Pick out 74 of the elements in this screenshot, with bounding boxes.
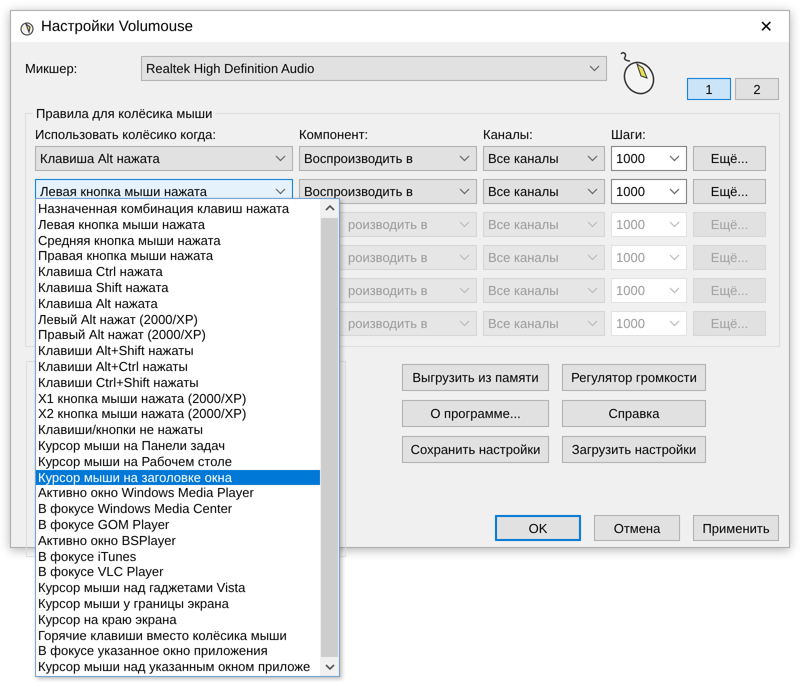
group-title: Правила для колёсика мыши [35, 106, 214, 121]
action-button[interactable]: Сохранить настройки [402, 436, 549, 463]
steps-select[interactable]: 1000 [611, 146, 687, 171]
chevron-down-icon [669, 254, 680, 261]
chevron-down-icon [275, 155, 286, 162]
dropdown-item[interactable]: Клавиши Ctrl+Shift нажаты [36, 374, 320, 391]
dropdown-item[interactable]: Курсор мыши на Панели задач [36, 438, 320, 454]
dropdown-item[interactable]: Курсор мыши на Рабочем столе [36, 454, 320, 470]
more-button[interactable]: Ещё... [693, 146, 766, 171]
dropdown-item[interactable]: Активно окно Windows Media Player [36, 485, 320, 502]
chevron-down-icon [459, 254, 470, 261]
tab[interactable]: 1 [687, 78, 731, 100]
chevron-down-icon [459, 320, 470, 327]
chevron-down-icon [459, 287, 470, 294]
chevron-down-icon [669, 287, 680, 294]
tab[interactable]: 2 [735, 78, 779, 100]
dropdown-item[interactable]: X2 кнопка мыши нажата (2000/XP) [36, 406, 320, 422]
dropdown-item[interactable]: Курсор на краю экрана [36, 612, 320, 628]
chevron-down-icon [587, 320, 598, 327]
window-title: Настройки Volumouse [41, 18, 194, 35]
dropdown-item[interactable]: В фокусе GOM Player [36, 516, 320, 533]
chevron-down-icon [669, 188, 680, 195]
dropdown-item[interactable]: В фокусе указанное окно приложения [36, 643, 320, 660]
component-select[interactable]: Воспроизводить в [299, 179, 477, 204]
chevron-down-icon [587, 221, 598, 228]
channels-select[interactable]: Все каналы [483, 179, 605, 204]
dropdown-item[interactable]: Курсор мыши на заголовке окна [36, 470, 320, 486]
dropdown-item[interactable]: Клавиши/кнопки не нажаты [36, 422, 320, 438]
column-header: Каналы: [483, 127, 534, 142]
action-button[interactable]: Загрузить настройки [562, 436, 706, 463]
dropdown-item[interactable]: Курсор мыши над гаджетами Vista [36, 580, 320, 596]
dropdown-item[interactable]: В фокусе VLC Player [36, 564, 320, 580]
chevron-down-icon [587, 155, 598, 162]
chevron-down-icon [275, 188, 286, 195]
close-button[interactable]: ✕ [743, 11, 789, 42]
action-button[interactable]: Выгрузить из памяти [402, 364, 549, 391]
dialog-button[interactable]: Отмена [594, 515, 680, 541]
chevron-down-icon [459, 188, 470, 195]
column-header: Использовать колёсико когда: [35, 127, 217, 142]
scroll-down-icon[interactable] [324, 664, 334, 671]
dropdown-item[interactable]: В фокусе iTunes [36, 548, 320, 564]
component-select[interactable]: Воспроизводить в [299, 146, 477, 171]
chevron-down-icon [587, 287, 598, 294]
condition-select[interactable]: Клавиша Alt нажата [35, 146, 293, 171]
scroll-up-icon[interactable] [324, 204, 334, 211]
mixer-label: Микшер: [25, 61, 78, 76]
dialog-button[interactable]: OK [495, 515, 582, 541]
channels-select[interactable]: Все каналы [483, 146, 605, 171]
chevron-down-icon [589, 65, 600, 72]
scrollbar-thumb[interactable] [321, 218, 338, 657]
chevron-down-icon [669, 320, 680, 327]
mixer-select[interactable]: Realtek High Definition Audio [141, 56, 607, 81]
column-header: Компонент: [299, 127, 370, 142]
steps-select[interactable]: 1000 [611, 179, 687, 204]
chevron-down-icon [459, 221, 470, 228]
action-button[interactable]: Регулятор громкости [562, 364, 706, 391]
dropdown-item[interactable]: Горячие клавиши вместо колёсика мыши [36, 628, 320, 644]
dropdown-item[interactable]: Курсор мыши над указанным окном приложе [36, 659, 320, 675]
dropdown-item[interactable]: Клавиши Alt+Shift нажаты [36, 343, 320, 359]
dropdown-item[interactable]: Активно окно BSPlayer [36, 532, 320, 549]
dropdown-item[interactable]: Курсор мыши у границы экрана [36, 596, 320, 612]
action-button[interactable]: О программе... [402, 400, 549, 427]
dropdown-item[interactable]: В фокусе Windows Media Center [36, 501, 320, 517]
chevron-down-icon [587, 188, 598, 195]
chevron-down-icon [669, 155, 680, 162]
dialog-button[interactable]: Применить [693, 515, 780, 541]
action-button[interactable]: Справка [562, 400, 706, 427]
dropdown-item[interactable]: X1 кнопка мыши нажата (2000/XP) [36, 390, 320, 406]
dropdown-item[interactable]: Клавиши Alt+Ctrl нажаты [36, 358, 320, 375]
column-header: Шаги: [611, 127, 647, 142]
more-button[interactable]: Ещё... [693, 179, 766, 204]
chevron-down-icon [459, 155, 470, 162]
chevron-down-icon [587, 254, 598, 261]
chevron-down-icon [669, 221, 680, 228]
